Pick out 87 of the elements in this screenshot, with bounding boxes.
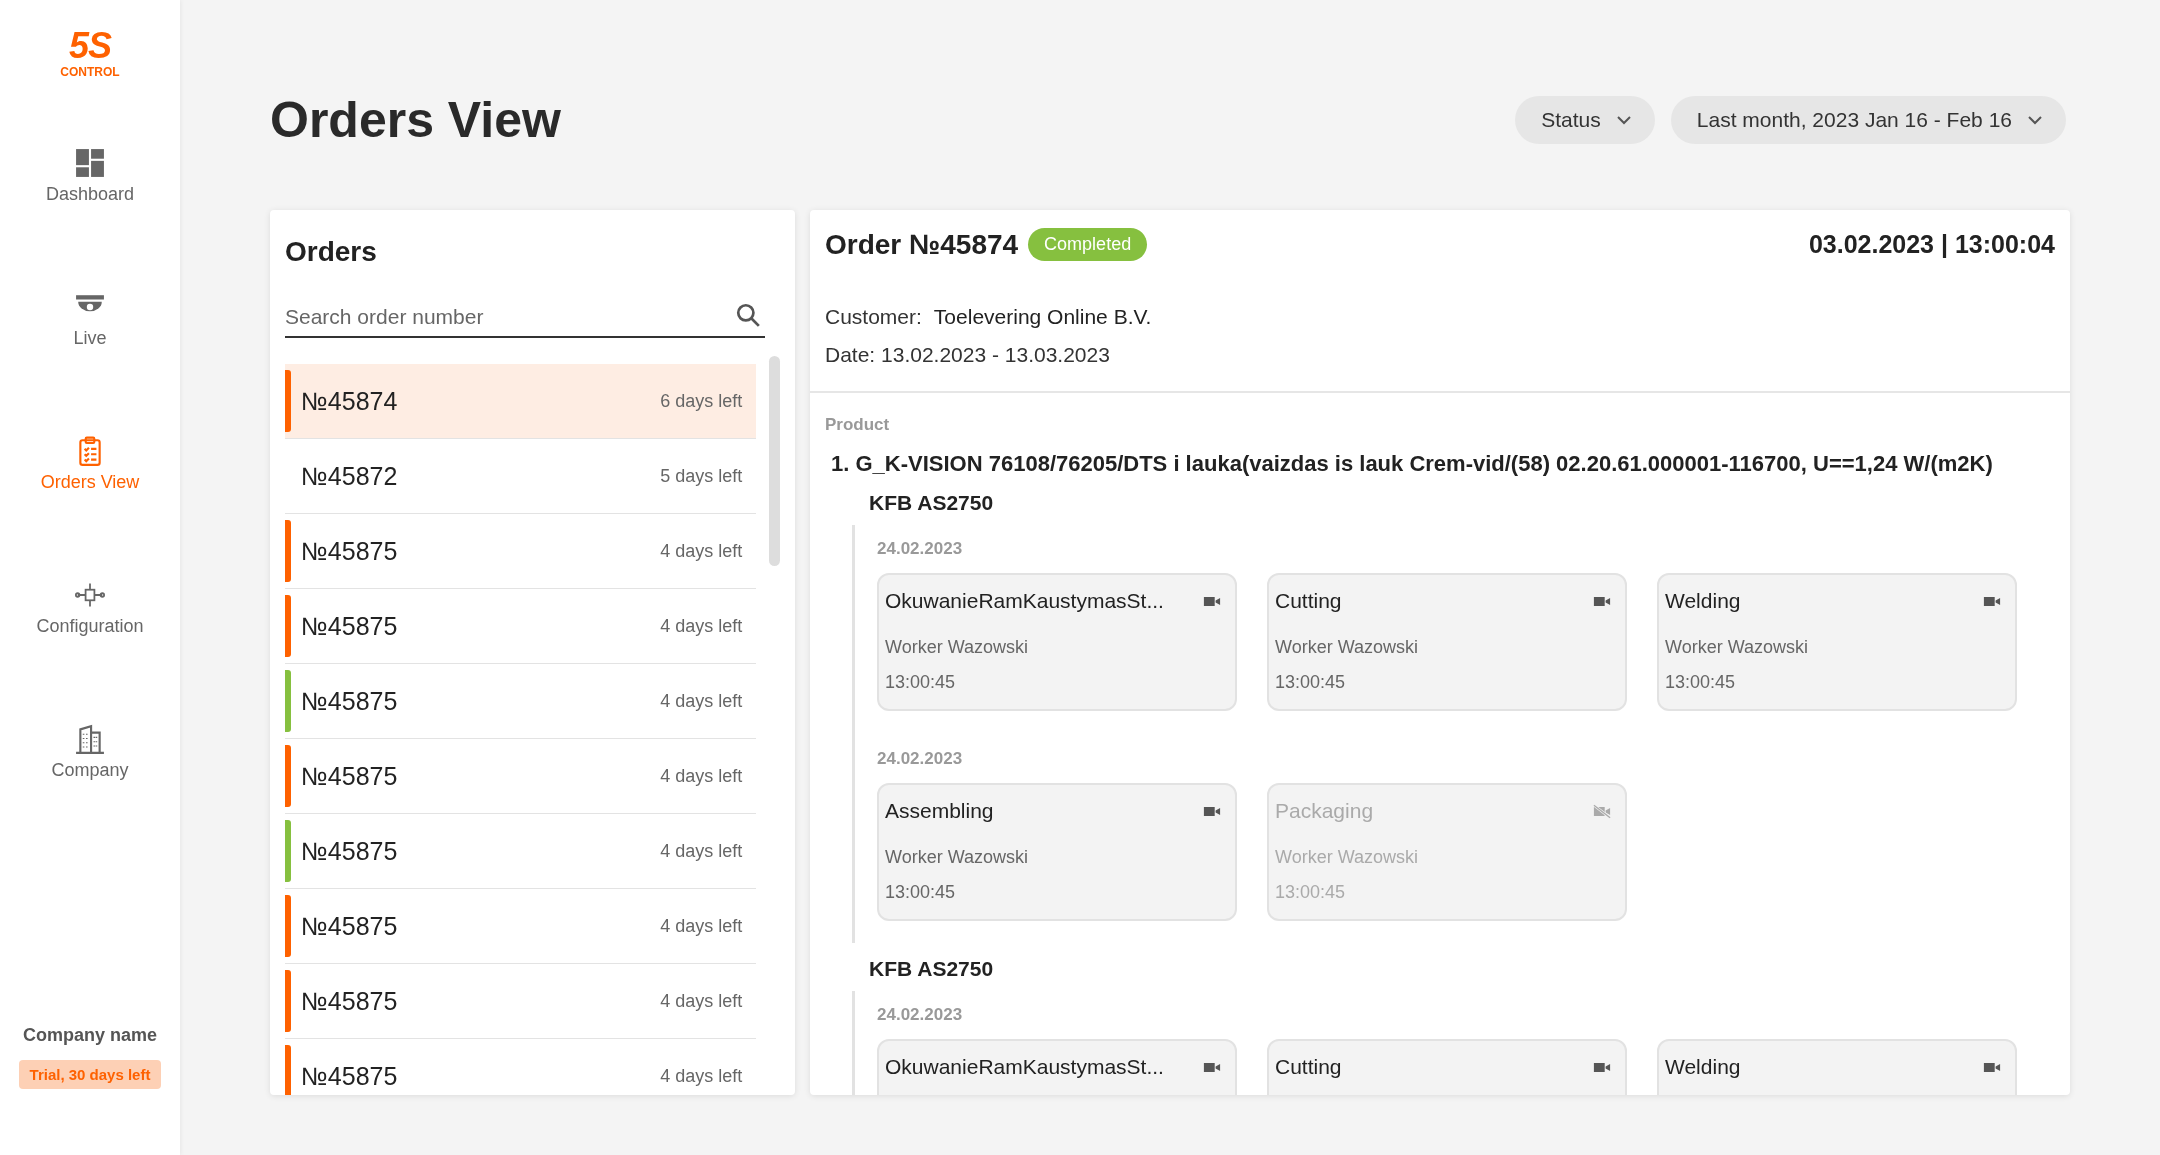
search-field[interactable]: Search order number: [285, 298, 765, 338]
stage-name: Welding: [1665, 1055, 1741, 1079]
status-badge: Completed: [1028, 228, 1148, 261]
stage-time: 13:00:45: [885, 882, 957, 903]
stage-name: Assembling: [885, 799, 994, 823]
product-label: Product: [825, 415, 891, 435]
order-title: Order №45874: [825, 228, 1019, 261]
trial-badge: Trial, 30 days left: [18, 1060, 162, 1089]
chevron-icon: [2028, 115, 2042, 125]
day-date: 24.02.2023: [877, 539, 964, 559]
order-number: №45875: [301, 536, 398, 566]
days-left: 6 days left: [660, 390, 743, 412]
customer-name: Toelevering Online B.V.: [933, 305, 1152, 329]
company-name: Company name: [22, 1025, 157, 1046]
order-number: №45875: [301, 836, 398, 866]
order-date: Date: 13.02.2023 - 13.03.2023: [825, 343, 1111, 367]
days-left: 4 days left: [660, 840, 743, 862]
scrollbar[interactable]: [769, 356, 780, 566]
order-number: №45872: [301, 461, 398, 491]
nav-item[interactable]: Dashboard: [36, 148, 144, 292]
stage-card[interactable]: Cutting: [1267, 1039, 1627, 1095]
stage-card[interactable]: Welding: [1657, 1039, 2017, 1095]
order-number: №45875: [301, 761, 398, 791]
stage-card[interactable]: Assembling Worker Wazowski 13:00:45: [877, 783, 1237, 921]
stage-time: 13:00:45: [1275, 672, 1347, 693]
days-left: 4 days left: [660, 690, 743, 712]
stage-card[interactable]: Cutting Worker Wazowski 13:00:45: [1267, 573, 1627, 711]
filter-dropdown[interactable]: Last month, 2023 Jan 16 - Feb 16: [1670, 96, 2066, 144]
worker-name: Worker Wazowski: [1275, 637, 1419, 658]
stage-name: Packaging: [1275, 799, 1374, 823]
panel-title: Orders: [285, 236, 378, 268]
days-left: 4 days left: [660, 1065, 743, 1087]
search-icon: [735, 302, 761, 328]
order-number: №45875: [301, 611, 398, 641]
order-row[interactable]: №45874 6 days left: [285, 364, 757, 439]
group-name: KFB AS2750: [869, 957, 995, 981]
nav-item[interactable]: Company: [36, 724, 144, 868]
order-number: №45875: [301, 1061, 398, 1091]
day-date: 24.02.2023: [877, 749, 964, 769]
logo: 5S CONTROL: [60, 28, 120, 78]
stage-name: OkuwanieRamKaustymasSt...: [885, 589, 1164, 613]
stage-card[interactable]: OkuwanieRamKaustymasSt...: [877, 1039, 1237, 1095]
days-left: 4 days left: [660, 615, 743, 637]
page-title: Orders View: [270, 91, 561, 149]
order-row[interactable]: №45875 4 days left: [285, 964, 757, 1039]
stage-name: Cutting: [1275, 589, 1342, 613]
order-row[interactable]: №45875 4 days left: [285, 589, 757, 664]
stage-name: Welding: [1665, 589, 1741, 613]
order-number: №45875: [301, 911, 398, 941]
days-left: 4 days left: [660, 915, 743, 937]
order-number: №45875: [301, 986, 398, 1016]
order-row[interactable]: №45875 4 days left: [285, 514, 757, 589]
dashboard-icon: [75, 148, 105, 178]
day-date: 24.02.2023: [877, 1005, 964, 1025]
worker-name: Worker Wazowski: [885, 847, 1029, 868]
product-name: 1. G_K-VISION 76108/76205/DTS i lauka(vaizdas is lauk Crem-vid/(58) 02.20.61.000001-116700, U==1,24 W/(m2K): [831, 451, 1994, 477]
order-row[interactable]: №45875 4 days left: [285, 664, 757, 739]
days-left: 4 days left: [660, 540, 743, 562]
order-row[interactable]: №45872 5 days left: [285, 439, 757, 514]
order-row[interactable]: №45875 4 days left: [285, 1039, 757, 1095]
stage-time: 13:00:45: [1665, 672, 1737, 693]
days-left: 5 days left: [660, 465, 743, 487]
chevron-icon: [1616, 115, 1631, 125]
order-row[interactable]: №45875 4 days left: [285, 889, 757, 964]
customer-label: Customer:: [825, 305, 922, 329]
stage-name: Cutting: [1275, 1055, 1342, 1079]
stage-time: 13:00:45: [885, 672, 957, 693]
worker-name: Worker Wazowski: [885, 637, 1029, 658]
worker-name: Worker Wazowski: [1275, 847, 1419, 868]
order-row[interactable]: №45875 4 days left: [285, 739, 757, 814]
days-left: 4 days left: [660, 990, 743, 1012]
order-timestamp: 03.02.2023 | 13:00:04: [1808, 230, 2055, 259]
stage-card[interactable]: Welding Worker Wazowski 13:00:45: [1657, 573, 2017, 711]
nav-item[interactable]: Live: [36, 292, 144, 436]
building-icon: [75, 724, 105, 754]
days-left: 4 days left: [660, 765, 743, 787]
order-row[interactable]: №45875 4 days left: [285, 814, 757, 889]
order-number: №45874: [301, 386, 398, 416]
camera-off-icon: [1593, 803, 1611, 819]
stage-name: OkuwanieRamKaustymasSt...: [885, 1055, 1164, 1079]
stage-time: 13:00:45: [1275, 882, 1347, 903]
worker-name: Worker Wazowski: [1665, 637, 1809, 658]
order-number: №45875: [301, 686, 398, 716]
nav-item[interactable]: Configuration: [36, 580, 144, 724]
filter-dropdown[interactable]: Status: [1515, 96, 1655, 144]
group-name: KFB AS2750: [869, 491, 995, 515]
stage-card[interactable]: OkuwanieRamKaustymasSt... Worker Wazowski 13:00:45: [877, 573, 1237, 711]
